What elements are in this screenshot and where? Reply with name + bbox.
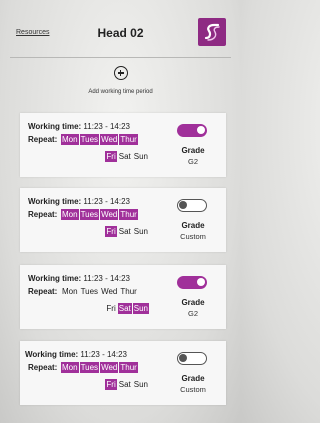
enable-toggle[interactable] <box>177 124 207 137</box>
toggle-knob <box>197 126 205 134</box>
day-mon[interactable]: Mon <box>61 134 79 145</box>
working-time-value: 11:23 - 14:23 <box>80 350 127 359</box>
day-tues[interactable]: Tues <box>79 134 100 145</box>
day-fri[interactable]: Fri <box>105 151 117 162</box>
working-time-card: Working time: 11:23 - 14:23 Repeat: Mon T… <box>20 341 226 405</box>
day-mon[interactable]: Mon <box>61 286 79 297</box>
add-circle-icon[interactable] <box>113 66 128 80</box>
working-time-card: Working time: 11:23 - 14:23 Repeat: Mon T… <box>20 188 226 252</box>
grade-value[interactable]: Custom <box>170 232 216 241</box>
working-time-card: Working time: 11:23 - 14:23 Repeat: Mon T… <box>20 113 226 177</box>
day-sun[interactable]: Sun <box>133 226 149 237</box>
working-time-card: Working time: 11:23 - 14:23 Repeat: Mon T… <box>20 265 226 329</box>
day-tues[interactable]: Tues <box>79 362 100 373</box>
day-sun[interactable]: Sun <box>133 151 149 162</box>
add-working-time-label: Add working time period <box>88 89 153 95</box>
repeat-label: Repeat: <box>28 363 58 372</box>
working-time-label: Working time: <box>28 122 82 131</box>
enable-toggle[interactable] <box>177 352 207 365</box>
repeat-days-row-1: Mon Tues Wed Thur <box>61 286 139 297</box>
day-sun[interactable]: Sun <box>132 303 149 314</box>
repeat-label: Repeat: <box>28 210 58 219</box>
working-time-row: Working time: 11:23 - 14:23 <box>28 274 130 283</box>
day-fri[interactable]: Fri <box>105 379 117 390</box>
day-fri[interactable]: Fri <box>105 303 116 314</box>
brand-logo-icon[interactable] <box>198 18 226 46</box>
day-sat[interactable]: Sat <box>118 151 132 162</box>
toggle-knob <box>179 201 187 209</box>
toggle-knob <box>179 354 187 362</box>
working-time-value: 11:23 - 14:23 <box>83 274 130 283</box>
repeat-days-row-1: Mon Tues Wed Thur <box>61 362 139 373</box>
day-tues[interactable]: Tues <box>80 286 100 297</box>
day-fri[interactable]: Fri <box>105 226 117 237</box>
day-sun[interactable]: Sun <box>133 379 149 390</box>
grade-label: Grade <box>181 221 205 230</box>
day-mon[interactable]: Mon <box>61 209 79 220</box>
grade-label: Grade <box>181 146 205 155</box>
repeat-days-row-1: Mon Tues Wed Thur <box>61 209 139 220</box>
repeat-label: Repeat: <box>28 287 58 296</box>
add-working-time-period[interactable]: Add working time period <box>0 66 241 95</box>
working-time-label: Working time: <box>28 274 82 283</box>
header-divider <box>10 57 231 58</box>
day-sat[interactable]: Sat <box>118 226 132 237</box>
toggle-knob <box>197 278 205 286</box>
repeat-days-row-2: Fri Sat Sun <box>20 226 150 237</box>
working-time-row: Working time: 11:23 - 14:23 <box>28 197 130 206</box>
day-wed[interactable]: Wed <box>100 362 119 373</box>
grade-value[interactable]: Custom <box>170 385 216 394</box>
repeat-days-row-2: Fri Sat Sun <box>20 151 150 162</box>
repeat-days-row-1: Mon Tues Wed Thur <box>61 134 139 145</box>
working-time-row: Working time: 11:23 - 14:23 <box>28 122 130 131</box>
day-wed[interactable]: Wed <box>100 209 119 220</box>
day-wed[interactable]: Wed <box>100 134 119 145</box>
working-time-value: 11:23 - 14:23 <box>83 197 130 206</box>
grade-label: Grade <box>181 374 205 383</box>
day-mon[interactable]: Mon <box>61 362 79 373</box>
day-thur[interactable]: Thur <box>119 362 138 373</box>
day-thur[interactable]: Thur <box>119 286 137 297</box>
day-tues[interactable]: Tues <box>79 209 100 220</box>
day-sat[interactable]: Sat <box>118 379 132 390</box>
grade-value[interactable]: G2 <box>170 309 216 318</box>
grade-value[interactable]: G2 <box>170 157 216 166</box>
enable-toggle[interactable] <box>177 199 207 212</box>
grade-label: Grade <box>181 298 205 307</box>
working-time-label: Working time: <box>25 350 79 359</box>
working-time-value: 11:23 - 14:23 <box>83 122 130 131</box>
day-thur[interactable]: Thur <box>119 209 138 220</box>
working-time-label: Working time: <box>28 197 82 206</box>
day-wed[interactable]: Wed <box>100 286 118 297</box>
working-time-row: Working time: 11:23 - 14:23 <box>25 350 127 359</box>
app-header: Resources Head 02 <box>0 0 241 56</box>
day-thur[interactable]: Thur <box>119 134 138 145</box>
repeat-label: Repeat: <box>28 135 58 144</box>
enable-toggle[interactable] <box>177 276 207 289</box>
day-sat[interactable]: Sat <box>117 303 132 314</box>
repeat-days-row-2: Fri Sat Sun <box>20 303 150 314</box>
repeat-days-row-2: Fri Sat Sun <box>20 379 150 390</box>
